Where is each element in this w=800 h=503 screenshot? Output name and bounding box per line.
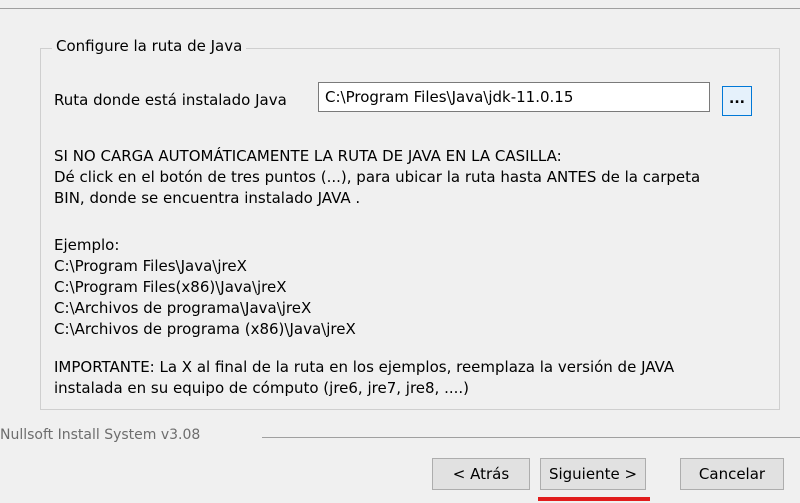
browse-button[interactable]: ... — [722, 86, 752, 116]
example-title: Ejemplo: — [54, 236, 120, 254]
example-path: C:\Program Files\Java\jreX — [54, 257, 247, 275]
cancel-button[interactable]: Cancelar — [680, 458, 784, 490]
important-line-1: IMPORTANTE: La X al final de la ruta en … — [54, 358, 675, 376]
example-path: C:\Archivos de programa (x86)\Java\jreX — [54, 320, 356, 338]
example-path: C:\Archivos de programa\Java\jreX — [54, 299, 312, 317]
instruction-line-2: Dé click en el botón de tres puntos (...… — [54, 168, 701, 186]
instruction-line-1: SI NO CARGA AUTOMÁTICAMENTE LA RUTA DE J… — [54, 147, 562, 165]
instruction-line-3: BIN, donde se encuentra instalado JAVA . — [54, 189, 361, 207]
important-line-2: instalada en su equipo de cómputo (jre6,… — [54, 379, 470, 397]
java-path-label: Ruta donde está instalado Java — [54, 91, 287, 109]
next-button-highlight — [538, 497, 650, 501]
groupbox-title: Configure la ruta de Java — [52, 37, 247, 55]
back-button[interactable]: < Atrás — [432, 458, 530, 490]
header-divider — [0, 8, 800, 9]
next-button[interactable]: Siguiente > — [540, 458, 646, 490]
footer-divider — [262, 437, 800, 438]
example-path: C:\Program Files(x86)\Java\jreX — [54, 278, 287, 296]
installer-brand-label: Nullsoft Install System v3.08 — [0, 427, 201, 443]
java-path-input[interactable] — [318, 82, 710, 112]
